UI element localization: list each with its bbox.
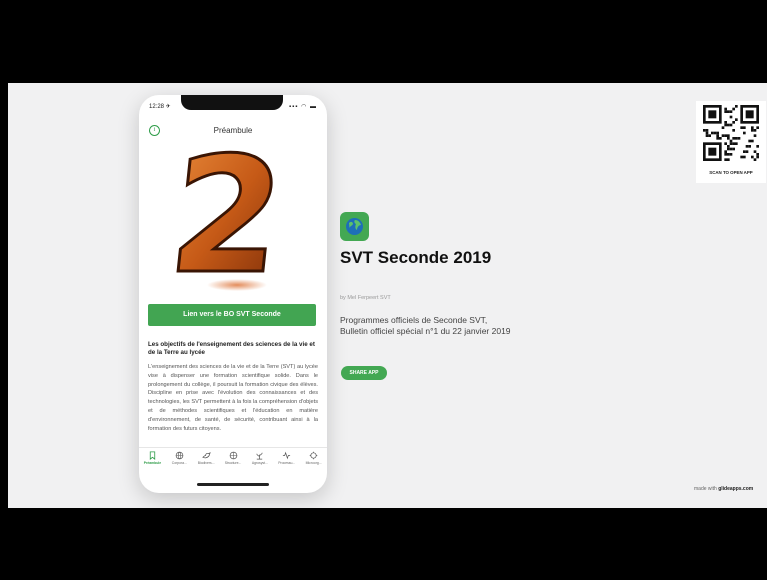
virus-icon <box>309 451 318 460</box>
phone-notch <box>181 95 283 110</box>
qr-code-panel[interactable]: SCAN TO OPEN APP <box>696 101 766 183</box>
tab-label: Processu... <box>278 461 296 465</box>
bookmark-icon <box>149 451 156 460</box>
phone-mockup: 12:28 ✈ ▪▪▪ ◠ ▬ i Préambule 2 Lien vers … <box>139 95 327 493</box>
body-paragraph: L'enseignement des sciences de la vie et… <box>148 364 318 432</box>
tab-agrosysteme[interactable]: Agrosyst... <box>246 448 273 470</box>
globe-icon <box>175 451 184 460</box>
app-byline: by Mel Ferpeert SVT <box>340 295 391 301</box>
video-letterbox-top <box>0 0 767 83</box>
status-icons: ▪▪▪ ◠ ▬ <box>289 104 317 110</box>
plant-icon <box>256 452 263 460</box>
tab-corpora[interactable]: Corpora... <box>166 448 193 470</box>
made-with-glide[interactable]: made with glideapps.com <box>694 486 753 492</box>
qr-code-icon <box>703 105 759 161</box>
hero-image: 2 <box>160 121 299 310</box>
tab-label: Structure... <box>224 461 242 465</box>
tab-biodiversite[interactable]: Biodivers... <box>193 448 220 470</box>
glide-brand: glideapps.com <box>718 486 754 492</box>
share-app-button[interactable]: SHARE APP <box>341 366 387 380</box>
tab-label: Biodivers... <box>197 461 215 465</box>
section-heading: Les objectifs de l'enseignement des scie… <box>148 341 315 356</box>
pulse-icon <box>283 451 291 460</box>
bird-icon <box>201 452 211 459</box>
tab-preambule[interactable]: Préambule <box>139 448 166 470</box>
tab-microorganismes[interactable]: Microorg... <box>300 448 327 470</box>
status-time: 12:28 ✈ <box>149 104 171 110</box>
svg-text:2: 2 <box>169 139 292 297</box>
number-two-graphic: 2 <box>160 121 294 310</box>
video-letterbox-bottom <box>0 508 767 580</box>
app-description: Programmes officiels de Seconde SVT, Bul… <box>340 315 511 336</box>
earth-icon <box>340 212 369 241</box>
tab-processus[interactable]: Processu... <box>273 448 300 470</box>
screen-title: Préambule <box>213 126 253 135</box>
tab-label: Corpora... <box>171 461 187 465</box>
tab-label: Agrosyst... <box>251 461 268 465</box>
made-with-prefix: made with <box>694 486 719 492</box>
bo-link-button[interactable]: Lien vers le BO SVT Seconde <box>148 304 316 326</box>
tab-label: Préambule <box>143 461 162 465</box>
tab-label: Microorg... <box>305 461 322 465</box>
tab-structure[interactable]: Structure... <box>220 448 247 470</box>
home-indicator <box>197 483 269 486</box>
qr-caption: SCAN TO OPEN APP <box>709 170 753 175</box>
bottom-tab-bar: Préambule Corpora... Biodivers... Struct… <box>139 447 327 470</box>
globe-icon <box>229 451 237 460</box>
app-title: SVT Seconde 2019 <box>340 248 492 267</box>
preview-stage: 12:28 ✈ ▪▪▪ ◠ ▬ i Préambule 2 Lien vers … <box>8 83 767 508</box>
